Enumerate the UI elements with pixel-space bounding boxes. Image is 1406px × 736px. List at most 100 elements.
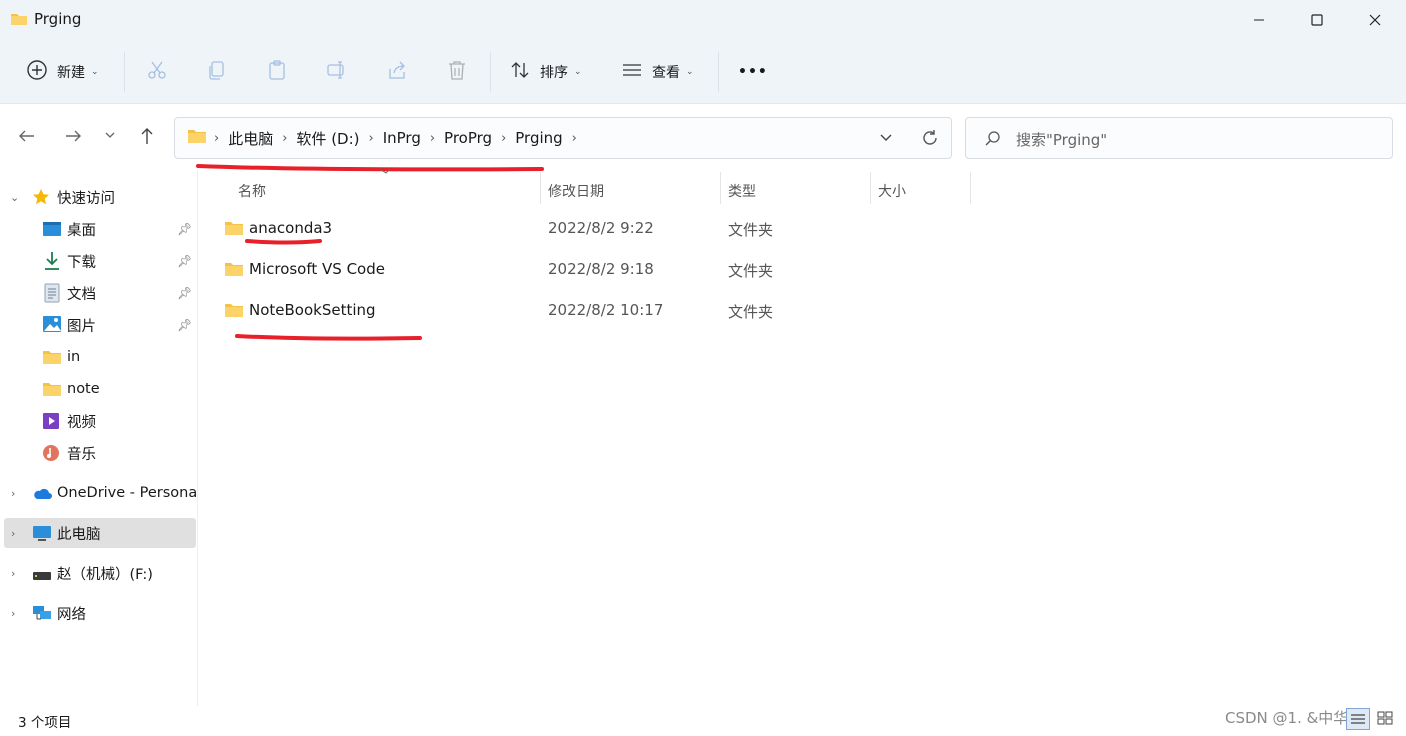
sidebar-item-label: OneDrive - Persona (57, 485, 198, 501)
sidebar-item-network[interactable]: › 网络 (0, 598, 198, 628)
pin-icon: 📌︎ (177, 254, 193, 268)
breadcrumb-separator-icon: › (214, 130, 220, 146)
sidebar-item-downloads[interactable]: 下载 📌︎ (0, 246, 198, 276)
sidebar-item-onedrive[interactable]: › OneDrive - Persona (0, 478, 198, 508)
sidebar-item-pictures[interactable]: 图片 📌︎ (0, 310, 198, 340)
toolbar-divider (124, 52, 125, 92)
tiles-view-button[interactable] (1374, 708, 1398, 730)
breadcrumb-inprg[interactable]: InPrg (377, 129, 427, 147)
download-icon (44, 251, 60, 275)
toolbar-divider (490, 52, 491, 92)
file-name[interactable]: NoteBookSetting (249, 301, 376, 319)
file-name[interactable]: Microsoft VS Code (249, 260, 385, 278)
sidebar-item-label: 快速访问 (57, 190, 115, 207)
breadcrumb-prging[interactable]: Prging (509, 129, 568, 147)
copy-button[interactable] (206, 52, 228, 92)
sidebar-item-label: in (67, 349, 81, 365)
sidebar-item-music[interactable]: 音乐 (0, 438, 198, 468)
breadcrumb-separator-icon: › (571, 130, 577, 146)
drive-icon (32, 569, 52, 585)
paste-button[interactable] (266, 52, 288, 92)
sidebar-item-in[interactable]: in (0, 342, 198, 372)
column-divider[interactable] (540, 172, 541, 204)
arrow-left-icon (18, 130, 36, 149)
delete-button[interactable] (446, 52, 468, 92)
back-button[interactable] (18, 127, 36, 149)
maximize-button[interactable] (1288, 0, 1346, 40)
sidebar-item-label: 赵（机械）(F:) (57, 566, 153, 583)
table-row[interactable]: anaconda3 2022/8/2 9:22 文件夹 (220, 211, 1120, 247)
minimize-button[interactable] (1230, 0, 1288, 40)
sidebar-item-desktop[interactable]: 桌面 📌︎ (0, 214, 198, 244)
copy-icon (206, 59, 228, 85)
sidebar-item-note[interactable]: note (0, 374, 198, 404)
chevron-right-icon: › (11, 566, 16, 580)
sidebar-item-label: 桌面 (67, 222, 96, 239)
column-divider[interactable] (870, 172, 871, 204)
cut-button[interactable] (146, 52, 168, 92)
folder-icon (224, 303, 244, 322)
sidebar-item-quick-access[interactable]: ⌄ 快速访问 (0, 182, 198, 212)
sidebar-item-this-pc[interactable]: › 此电脑 (4, 518, 196, 548)
new-button[interactable]: 新建 ⌄ (26, 52, 99, 92)
breadcrumb-drive-d[interactable]: 软件 (D:) (290, 128, 365, 149)
rename-icon (326, 59, 348, 85)
clipboard-icon (266, 59, 288, 85)
recent-locations-button[interactable] (104, 129, 116, 145)
column-header-size[interactable]: 大小 (878, 176, 906, 206)
breadcrumb-separator-icon: › (368, 130, 374, 146)
pin-icon: 📌︎ (177, 286, 193, 300)
sort-button[interactable]: 排序 ⌄ (510, 52, 582, 92)
more-options-button[interactable]: ••• (738, 52, 768, 92)
new-label: 新建 (57, 65, 85, 81)
sidebar-item-label: 音乐 (67, 446, 96, 463)
address-row: › 此电脑 › 软件 (D:) › InPrg › ProPrg › Prgin… (0, 105, 1406, 174)
sidebar-item-label: note (67, 381, 100, 397)
address-bar[interactable]: › 此电脑 › 软件 (D:) › InPrg › ProPrg › Prgin… (174, 117, 952, 159)
sort-label: 排序 (540, 65, 568, 81)
details-view-button[interactable] (1346, 708, 1370, 730)
video-icon (42, 412, 60, 434)
breadcrumb-separator-icon: › (501, 130, 507, 146)
table-row[interactable]: NoteBookSetting 2022/8/2 10:17 文件夹 (220, 293, 1120, 329)
chevron-right-icon: › (11, 606, 16, 620)
chevron-down-icon: ⌄ (91, 67, 99, 77)
window-title: Prging (34, 10, 82, 28)
column-divider[interactable] (970, 172, 971, 204)
chevron-down-icon: ⌄ (686, 67, 694, 77)
document-icon (44, 283, 60, 307)
column-header-date[interactable]: 修改日期 (548, 176, 604, 206)
view-button[interactable]: 查看 ⌄ (622, 52, 694, 92)
sidebar-item-videos[interactable]: 视频 (0, 406, 198, 436)
breadcrumb-proprg[interactable]: ProPrg (438, 129, 498, 147)
rename-button[interactable] (326, 52, 348, 92)
annotation-underline (235, 334, 422, 341)
details-view-icon (1347, 714, 1369, 733)
column-divider[interactable] (720, 172, 721, 204)
breadcrumb-separator-icon: › (282, 130, 288, 146)
sidebar-item-label: 图片 (67, 318, 96, 335)
breadcrumb: › 此电脑 › 软件 (D:) › InPrg › ProPrg › Prgin… (183, 118, 580, 158)
column-header-name[interactable]: 名称 (238, 176, 266, 206)
file-type: 文件夹 (728, 262, 774, 280)
up-button[interactable] (138, 127, 156, 149)
share-button[interactable] (386, 52, 408, 92)
file-name[interactable]: anaconda3 (249, 219, 332, 237)
column-header-type[interactable]: 类型 (728, 176, 756, 206)
view-icon (622, 60, 642, 84)
file-date: 2022/8/2 9:22 (548, 219, 654, 237)
breadcrumb-this-pc[interactable]: 此电脑 (222, 128, 279, 149)
chevron-right-icon: › (11, 526, 16, 540)
search-box[interactable]: 搜索"Prging" (965, 117, 1393, 159)
address-history-button[interactable] (879, 132, 893, 148)
refresh-icon[interactable] (921, 129, 939, 151)
forward-button[interactable] (64, 127, 82, 149)
desktop-icon (42, 221, 62, 241)
scissors-icon (146, 59, 168, 85)
folder-icon (224, 262, 244, 281)
sidebar-item-documents[interactable]: 文档 📌︎ (0, 278, 198, 308)
sidebar-item-drive-f[interactable]: › 赵（机械）(F:) (0, 558, 198, 588)
close-button[interactable] (1346, 0, 1404, 40)
file-date: 2022/8/2 9:18 (548, 260, 654, 278)
table-row[interactable]: Microsoft VS Code 2022/8/2 9:18 文件夹 (220, 252, 1120, 288)
